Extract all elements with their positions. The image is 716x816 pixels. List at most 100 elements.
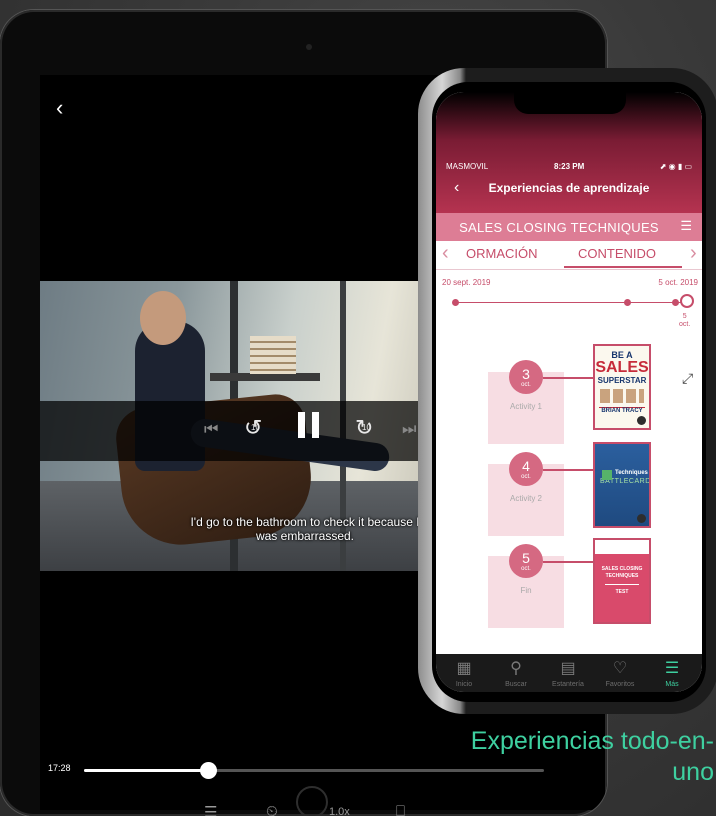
chevron-right-icon: ›: [690, 242, 697, 264]
book-type-icon: [637, 514, 646, 523]
activity-day: 4: [522, 458, 530, 474]
book-subtitle: TEST: [615, 589, 629, 595]
seek-bar-thumb[interactable]: [200, 762, 217, 779]
sleep-timer-button[interactable]: ⏲: [266, 803, 278, 816]
expand-button[interactable]: ⤢: [682, 370, 693, 387]
menu-icon: ☰: [664, 660, 680, 677]
book-cover-art: [602, 470, 612, 480]
tab-contenido[interactable]: CONTENIDO: [578, 246, 656, 261]
chapters-button[interactable]: ☰: [204, 803, 217, 816]
book-cover-sales-superstar[interactable]: BE A SALES SUPERSTAR BRIAN TRACY: [593, 344, 651, 430]
timeline-end-day: 5: [682, 313, 687, 320]
activity-month: oct.: [521, 474, 531, 480]
tabbar-item-buscar[interactable]: ⚲ Buscar: [490, 658, 542, 689]
bookmark-button[interactable]: ⎕: [396, 803, 405, 816]
pause-icon: [298, 412, 305, 438]
video-book-stack: [250, 336, 296, 374]
tabbar-label: Favoritos: [605, 681, 635, 688]
nav-title: Experiencias de aprendizaje: [488, 181, 650, 195]
phone-screen: MASMOVIL 8:23 PM ⬈ ◉ ▮ ▭ ‹ Experiencias …: [436, 92, 702, 692]
back-button[interactable]: ‹: [56, 95, 63, 121]
pause-button[interactable]: [298, 412, 320, 438]
timeline-end-month: oct.: [679, 321, 691, 328]
tabbar-label: Buscar: [505, 681, 527, 688]
rewind-seconds: 10: [251, 423, 260, 432]
tabbar-item-favoritos[interactable]: ♡ Favoritos: [594, 658, 646, 689]
playback-speed-button[interactable]: 1.0x: [329, 806, 350, 816]
phone-notch: [514, 92, 626, 114]
timeline-end-date: 5 oct. 2019: [658, 278, 698, 287]
activity-date-badge: 4 oct.: [509, 452, 543, 486]
heart-icon: ♡: [612, 660, 628, 677]
timeline-current-label: 5 oct.: [679, 313, 690, 329]
book-author: BRIAN TRACY: [599, 407, 645, 414]
chevron-left-icon: ‹: [442, 242, 449, 264]
timeline-current-marker[interactable]: [680, 294, 694, 308]
status-carrier: MASMOVIL: [446, 162, 489, 171]
search-icon: ⚲: [510, 660, 522, 677]
pause-icon: [312, 412, 319, 438]
activity-day: 5: [522, 550, 530, 566]
activity-date-badge: 5 oct.: [509, 544, 543, 578]
grid-icon: ▦: [456, 660, 472, 677]
activity-month: oct.: [521, 382, 531, 388]
list-icon: ☰: [204, 804, 218, 816]
tabbar-label: Inicio: [455, 681, 473, 688]
video-subtitle: I'd go to the bathroom to check it becau…: [190, 515, 420, 543]
video-side-table: [210, 373, 320, 381]
active-tab-indicator: [564, 266, 682, 268]
forward-seconds: 10: [362, 423, 371, 432]
video-person-head: [140, 291, 186, 345]
timeline-start-date: 20 sept. 2019: [442, 278, 491, 287]
book-cover-art: [600, 389, 644, 403]
book-title-line: TECHNIQUES: [605, 573, 639, 579]
book-subtitle: SUPERSTAR: [597, 376, 647, 385]
timer-icon: ⏲: [266, 803, 278, 816]
tagline: Experiencias todo-en-uno: [470, 727, 714, 786]
tabbar-label: Más: [665, 681, 679, 688]
tablet-camera: [306, 44, 312, 50]
book-divider: [605, 584, 639, 585]
timeline-marker: [672, 299, 679, 306]
bookmark-icon: ⎕: [396, 803, 406, 816]
tab-formacion[interactable]: ORMACIÓN: [466, 246, 538, 261]
tabbar-item-estanteria[interactable]: ▤ Estantería: [542, 658, 594, 689]
rewind-button[interactable]: ↺ 10: [244, 415, 262, 441]
tab-prev-button[interactable]: ‹: [442, 242, 449, 265]
activity-month: oct.: [521, 566, 531, 572]
book-cover-closing-test[interactable]: SALES CLOSING TECHNIQUES TEST: [593, 538, 651, 624]
activity-day: 3: [522, 366, 530, 382]
timeline-marker: [452, 299, 459, 306]
status-time: 8:23 PM: [554, 162, 585, 171]
chevron-left-icon: ‹: [56, 95, 64, 120]
shelf-icon: ▤: [560, 660, 576, 677]
tabbar-label: Estantería: [552, 681, 584, 688]
expand-icon: ⤢: [682, 370, 694, 386]
book-title: SALES: [595, 359, 649, 376]
skip-next-button[interactable]: ⏭: [402, 421, 416, 439]
activity-connector: [543, 469, 593, 471]
activity-connector: [543, 561, 593, 563]
book-title: Techniques: [615, 470, 648, 476]
skip-previous-button[interactable]: ⏮: [204, 421, 218, 439]
book-cover-art: [595, 540, 649, 554]
phone-device: MASMOVIL 8:23 PM ⬈ ◉ ▮ ▭ ‹ Experiencias …: [418, 68, 716, 714]
book-title-line: SALES CLOSING: [601, 566, 643, 572]
tablet-home-button[interactable]: [296, 786, 328, 816]
book-title: SALES CLOSING TECHNIQUES: [595, 566, 649, 580]
tabbar-item-mas[interactable]: ☰ Más: [646, 658, 698, 689]
activity-date-badge: 3 oct.: [509, 360, 543, 394]
tabbar-item-inicio[interactable]: ▦ Inicio: [438, 658, 490, 689]
course-menu-button[interactable]: ☰: [680, 218, 692, 234]
list-icon: ☰: [680, 218, 692, 233]
activity-connector: [543, 377, 593, 379]
timeline-track: [456, 302, 684, 303]
tab-next-button[interactable]: ›: [690, 242, 697, 265]
skip-next-icon: ⏭: [402, 421, 417, 438]
activity-label: Fin: [520, 586, 532, 595]
book-cover-battlecard[interactable]: Techniques BATTLECARD: [593, 442, 651, 528]
phone-bezel: MASMOVIL 8:23 PM ⬈ ◉ ▮ ▭ ‹ Experiencias …: [432, 82, 706, 702]
forward-button[interactable]: ↻ 10: [355, 415, 373, 441]
skip-previous-icon: ⏮: [204, 421, 219, 438]
activity-label: Activity 1: [509, 402, 542, 411]
